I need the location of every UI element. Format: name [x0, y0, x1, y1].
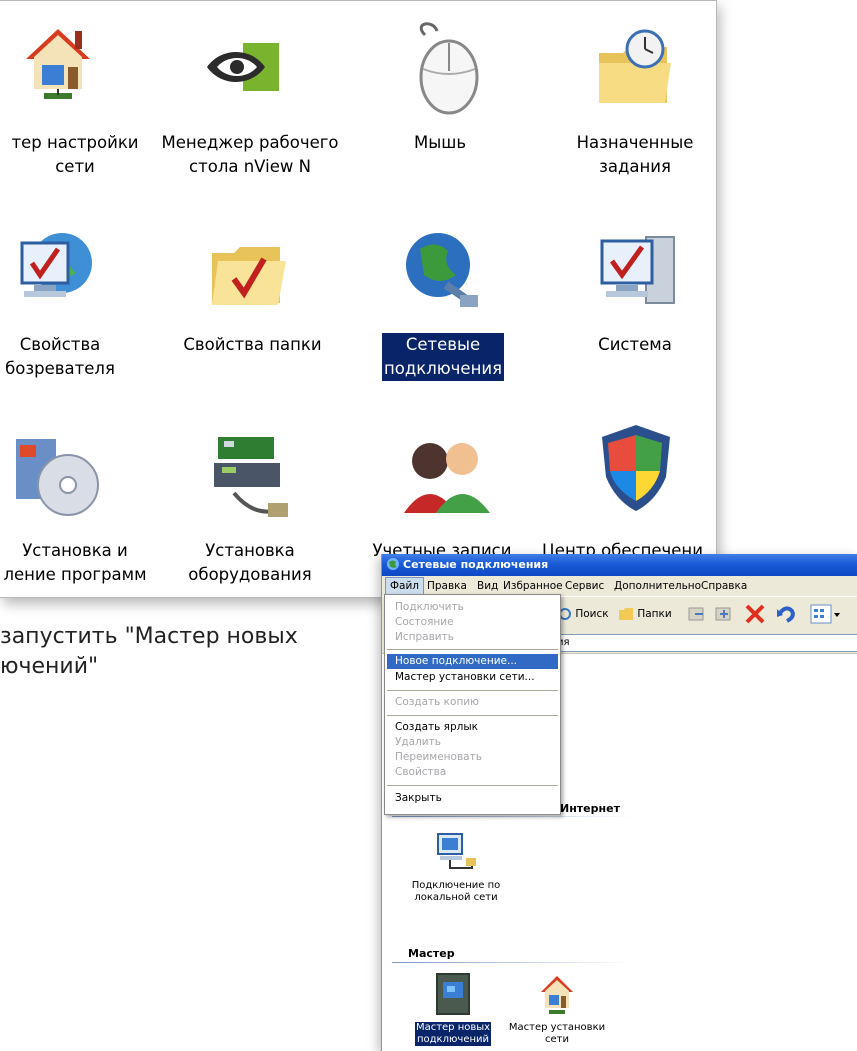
home-network-icon	[537, 972, 577, 1016]
selection-highlight: Сетевые подключения	[381, 333, 505, 381]
add-hardware-icon[interactable]	[204, 431, 294, 525]
section-divider	[392, 962, 632, 963]
security-center-shield-icon[interactable]	[596, 421, 676, 515]
menu-separator	[387, 690, 558, 691]
window-titlebar[interactable]: Сетевые подключения	[382, 554, 857, 576]
menu-item-close[interactable]: Закрыть	[395, 791, 442, 806]
cp-label-folder-options[interactable]: Свойства папки	[160, 333, 345, 357]
lan-connection-item[interactable]: Подключение по локальной сети	[406, 830, 506, 904]
lan-connection-icon	[432, 830, 480, 874]
menu-edit[interactable]: Правка	[423, 576, 471, 596]
cp-label-network-setup[interactable]: тер настройки сети	[0, 131, 150, 179]
address-field[interactable]: ия	[552, 634, 857, 652]
folders-button[interactable]: Папки	[618, 605, 672, 623]
folder-icon	[619, 608, 633, 620]
menu-item-new-connection[interactable]: Новое подключение...	[387, 654, 558, 669]
file-menu-dropdown: Подключить Состояние Исправить Новое под…	[384, 594, 561, 815]
cp-label-network-connections[interactable]: Сетевые подключения	[375, 333, 511, 381]
menu-item-network-setup-wizard[interactable]: Мастер установки сети...	[395, 670, 535, 685]
window-title: Сетевые подключения	[403, 558, 549, 571]
undo-icon[interactable]	[775, 603, 797, 631]
home-network-icon[interactable]	[20, 23, 96, 105]
menu-item-repair[interactable]: Исправить	[395, 630, 454, 645]
section-header-wizard: Мастер	[408, 947, 455, 960]
network-connections-window: Сетевые подключения Файл Правка Вид Избр…	[381, 554, 857, 1051]
new-connection-wizard-item[interactable]: Мастер новых подключений	[412, 972, 494, 1046]
menu-separator	[387, 649, 558, 650]
cp-label-scheduled-tasks[interactable]: Назначенные задания	[560, 131, 710, 179]
menu-advanced[interactable]: Дополнительно	[610, 576, 705, 596]
scheduled-tasks-icon[interactable]	[595, 23, 675, 111]
system-icon[interactable]	[594, 229, 680, 313]
internet-options-icon[interactable]	[14, 229, 98, 309]
network-setup-wizard-item[interactable]: Мастер установки сети	[507, 972, 607, 1046]
folder-options-icon[interactable]	[208, 239, 288, 311]
section-divider	[392, 816, 632, 817]
menu-item-delete[interactable]: Удалить	[395, 735, 441, 750]
mouse-icon[interactable]	[403, 21, 483, 119]
user-accounts-icon[interactable]	[400, 435, 494, 515]
menu-favorites[interactable]: Избранное	[499, 576, 567, 596]
menu-item-status[interactable]: Состояние	[395, 615, 454, 630]
cp-label-system[interactable]: Система	[570, 333, 700, 357]
search-button[interactable]: Поиск	[558, 605, 609, 623]
instruction-caption: запустить "Мастер новых ючений"	[0, 624, 298, 679]
cp-label-nview[interactable]: Менеджер рабочего стола nView N	[150, 131, 350, 179]
delete-icon[interactable]	[744, 603, 766, 631]
selection-highlight: Мастер новых подключений	[414, 1022, 492, 1046]
menu-item-rename[interactable]: Переименовать	[395, 750, 482, 765]
menu-tools[interactable]: Сервис	[561, 576, 608, 596]
cp-label-add-hardware[interactable]: Установка оборудования	[165, 539, 335, 587]
views-icon[interactable]	[810, 603, 842, 631]
menu-bar: Файл Правка Вид Избранное Сервис Дополни…	[382, 576, 857, 596]
menu-separator	[387, 715, 558, 716]
new-connection-wizard-icon	[433, 972, 473, 1016]
section-header-internet: Интернет	[560, 802, 620, 815]
copy-to-icon[interactable]	[714, 604, 734, 630]
control-panel-window: тер настройки сети Менеджер рабочего сто…	[0, 0, 717, 598]
network-connections-icon[interactable]	[402, 229, 484, 313]
nview-desktop-manager-icon[interactable]	[203, 39, 283, 95]
menu-item-connect[interactable]: Подключить	[395, 600, 464, 615]
menu-view[interactable]: Вид	[473, 576, 502, 596]
menu-item-create-shortcut[interactable]: Создать ярлык	[395, 720, 478, 735]
menu-item-properties[interactable]: Свойства	[395, 765, 446, 780]
move-to-icon[interactable]	[687, 604, 707, 630]
add-remove-programs-icon[interactable]	[10, 429, 102, 521]
menu-item-create-copy[interactable]: Создать копию	[395, 695, 479, 710]
menu-separator	[387, 785, 558, 786]
cp-label-add-remove-programs[interactable]: Установка и ление программ	[0, 539, 150, 587]
cp-label-internet-options[interactable]: Свойства бозревателя	[0, 333, 120, 381]
menu-help[interactable]: Справка	[697, 576, 751, 596]
cp-label-mouse[interactable]: Мышь	[380, 131, 500, 155]
